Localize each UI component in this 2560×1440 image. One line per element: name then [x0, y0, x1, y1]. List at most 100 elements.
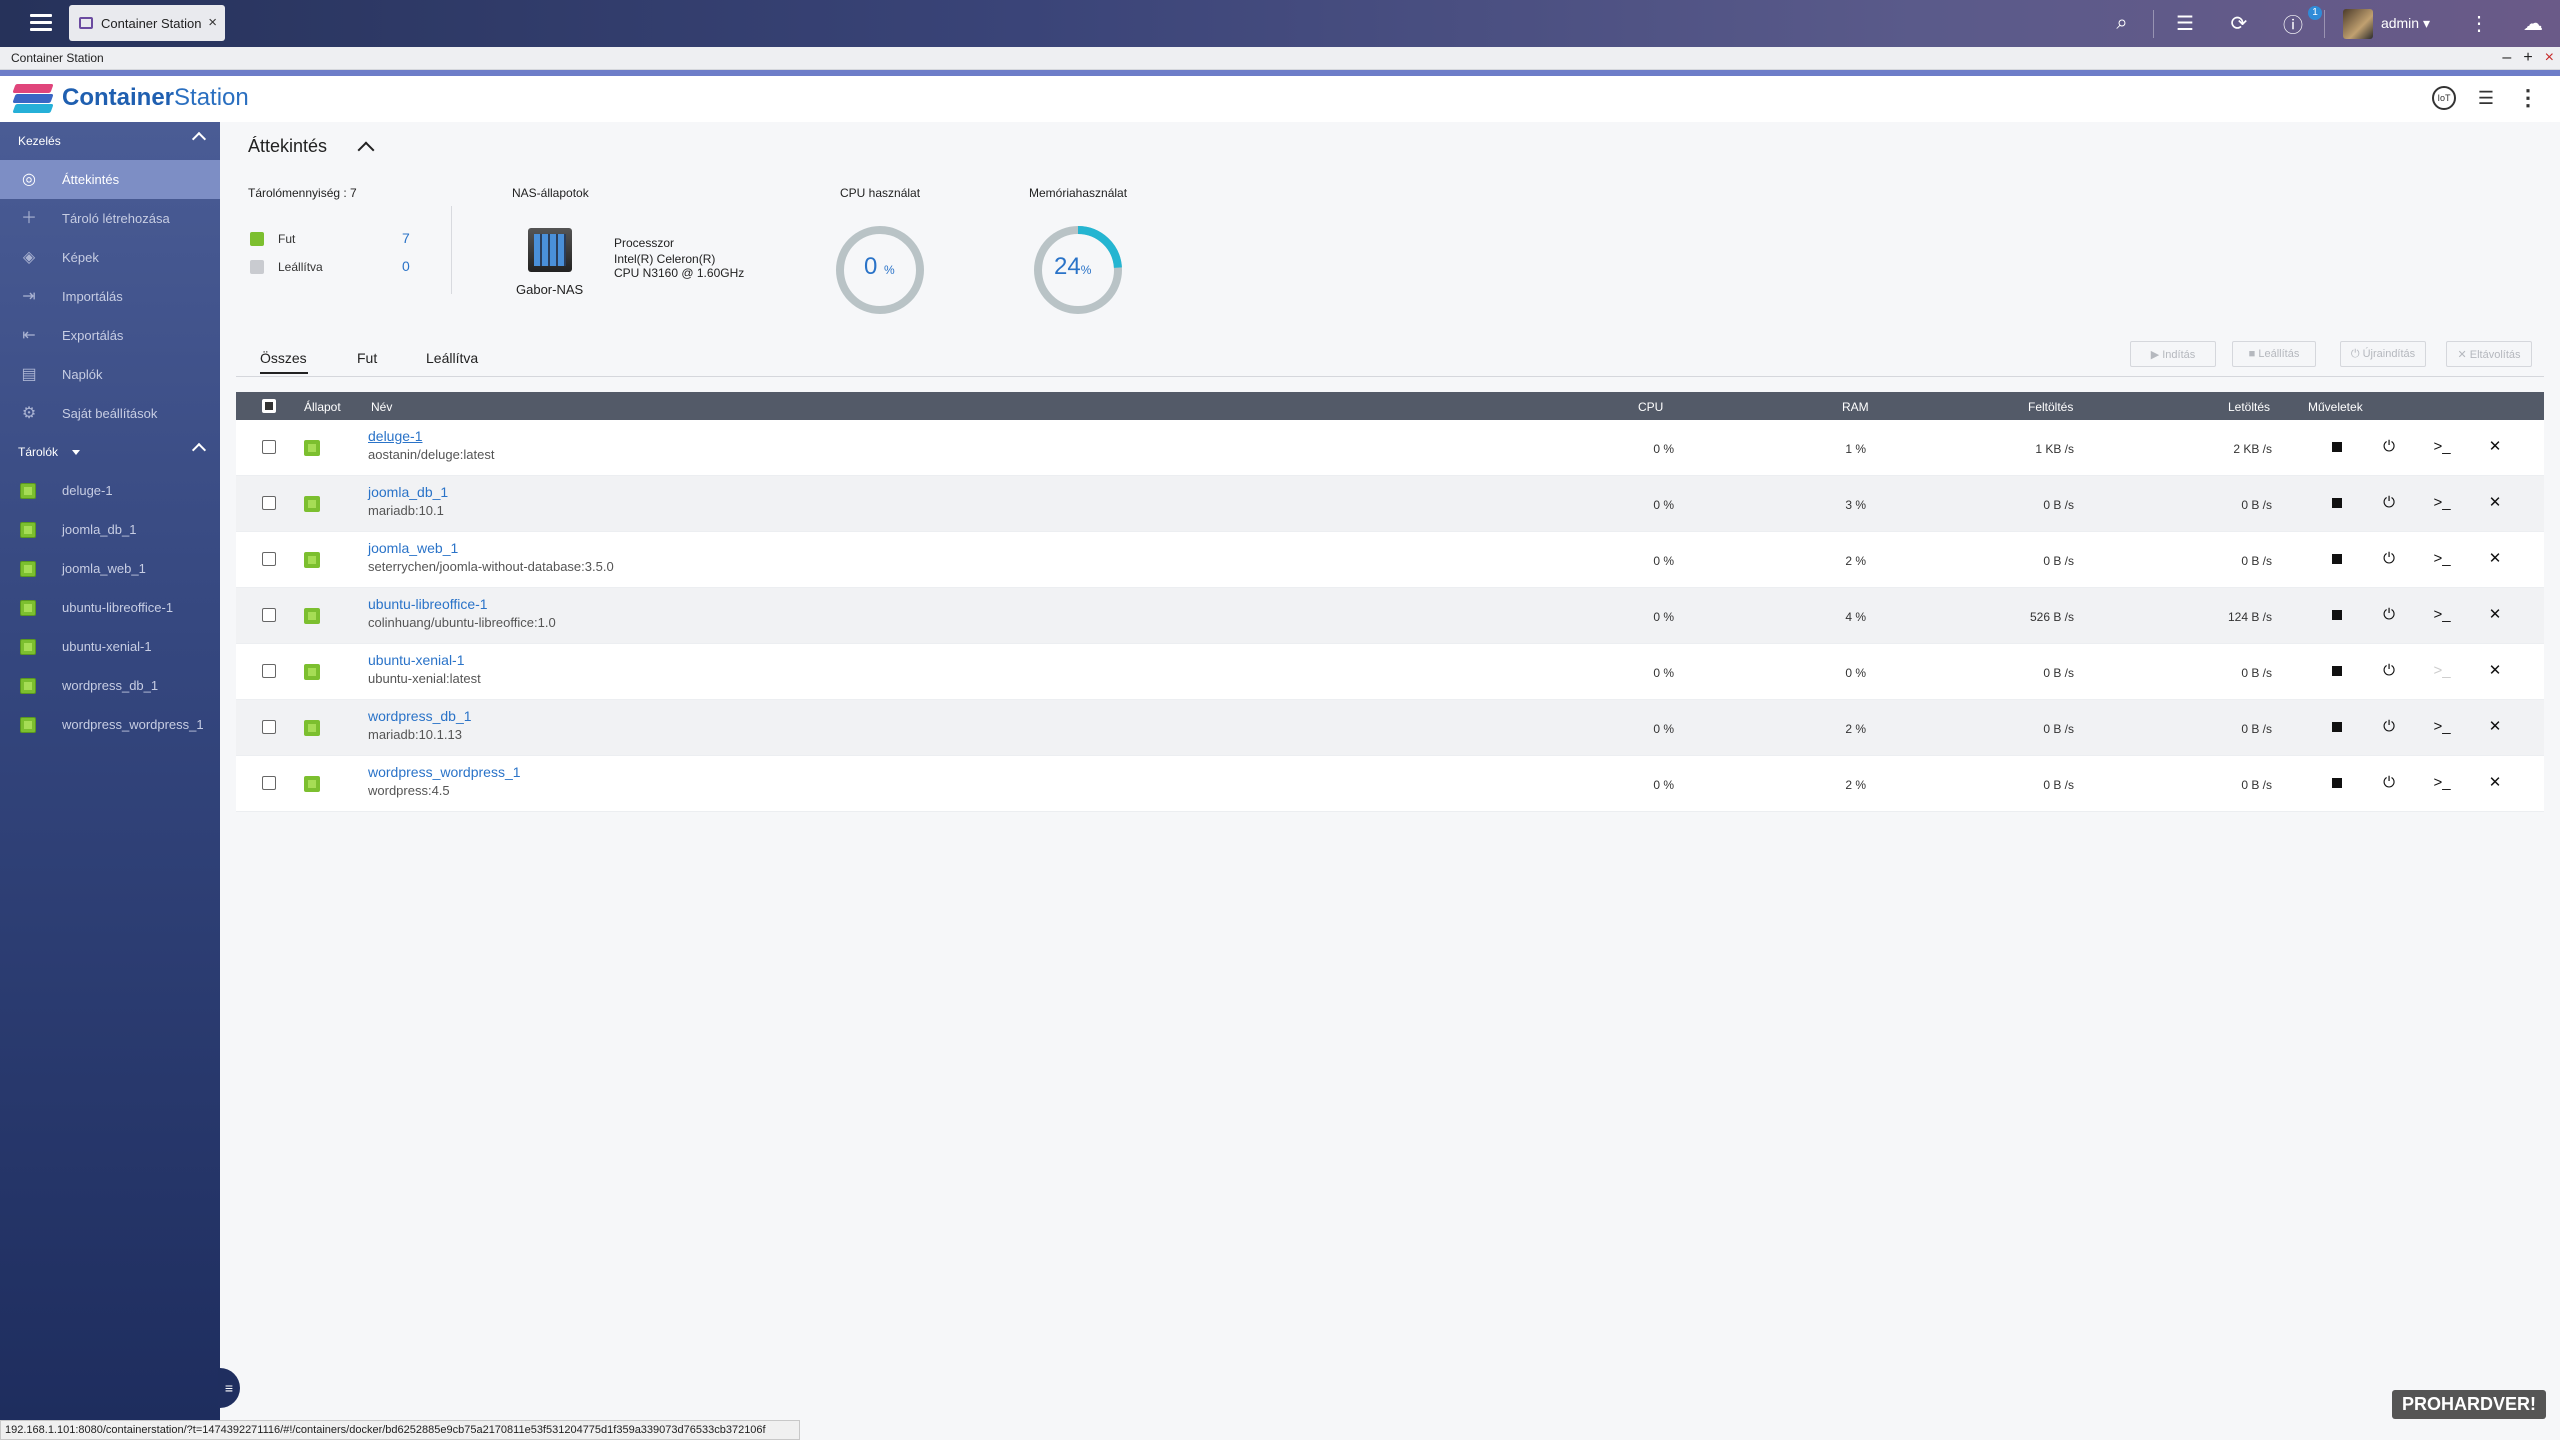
table-row[interactable]: joomla_web_1 seterrychen/joomla-without-d…: [236, 532, 2544, 588]
stop-icon[interactable]: [2327, 437, 2347, 457]
power-icon[interactable]: ⏻: [2379, 549, 2399, 569]
container-name-link[interactable]: joomla_db_1: [368, 484, 448, 500]
table-row[interactable]: ubuntu-xenial-1 ubuntu-xenial:latest 0 % 0 …: [236, 644, 2544, 700]
power-icon[interactable]: ⏻: [2379, 661, 2399, 681]
row-checkbox[interactable]: [262, 720, 276, 734]
iot-icon[interactable]: IoT: [2432, 86, 2456, 110]
notification-icon[interactable]: ⓘ: [2280, 9, 2306, 38]
start-button[interactable]: ▶ Indítás: [2130, 341, 2216, 367]
row-checkbox[interactable]: [262, 440, 276, 454]
user-menu[interactable]: admin ▾: [2381, 15, 2430, 32]
container-name-link[interactable]: ubuntu-xenial-1: [368, 652, 465, 668]
terminal-icon[interactable]: >_: [2432, 437, 2452, 457]
stop-icon[interactable]: [2327, 717, 2347, 737]
terminal-icon[interactable]: >_: [2432, 605, 2452, 625]
col-upload[interactable]: Feltöltés: [2028, 400, 2073, 414]
power-icon[interactable]: ⏻: [2379, 605, 2399, 625]
stop-icon[interactable]: [2327, 661, 2347, 681]
app-tab[interactable]: Container Station ×: [69, 5, 225, 41]
container-name-link[interactable]: ubuntu-libreoffice-1: [368, 596, 488, 612]
sidebar-container[interactable]: wordpress_wordpress_1: [0, 705, 220, 744]
sidebar-item-images[interactable]: ◈ Képek: [0, 238, 220, 277]
sidebar-container[interactable]: deluge-1: [0, 471, 220, 510]
terminal-icon[interactable]: >_: [2432, 717, 2452, 737]
power-icon[interactable]: ⏻: [2379, 773, 2399, 793]
stack-icon[interactable]: ☰: [2172, 11, 2198, 36]
row-checkbox[interactable]: [262, 496, 276, 510]
row-checkbox[interactable]: [262, 552, 276, 566]
col-name[interactable]: Név: [371, 400, 392, 414]
sidebar-container[interactable]: ubuntu-xenial-1: [0, 627, 220, 666]
stop-icon[interactable]: [2327, 493, 2347, 513]
power-icon[interactable]: ⏻: [2379, 493, 2399, 513]
terminal-icon[interactable]: >_: [2432, 773, 2452, 793]
more-options-icon[interactable]: ⋮: [2466, 11, 2492, 36]
row-checkbox[interactable]: [262, 776, 276, 790]
stopped-count[interactable]: 0: [402, 258, 410, 274]
chevron-up-icon[interactable]: [191, 442, 207, 458]
col-cpu[interactable]: CPU: [1638, 400, 1663, 414]
power-icon[interactable]: ⏻: [2379, 717, 2399, 737]
stop-button[interactable]: ■ Leállítás: [2232, 341, 2316, 367]
dashboard-icon[interactable]: ☁: [2520, 11, 2546, 36]
restart-button[interactable]: ⏻ Újraindítás: [2340, 341, 2426, 367]
container-name-link[interactable]: wordpress_db_1: [368, 708, 472, 724]
col-ram[interactable]: RAM: [1842, 400, 1869, 414]
col-download[interactable]: Letöltés: [2228, 400, 2270, 414]
more-icon[interactable]: ⋮: [2516, 85, 2540, 110]
remove-icon[interactable]: ✕: [2485, 661, 2505, 681]
sidebar-item-export[interactable]: ⇤ Exportálás: [0, 316, 220, 355]
terminal-icon[interactable]: >_: [2432, 549, 2452, 569]
remove-icon[interactable]: ✕: [2485, 549, 2505, 569]
table-row[interactable]: ubuntu-libreoffice-1 colinhuang/ubuntu-li…: [236, 588, 2544, 644]
sidebar-section-manage[interactable]: Kezelés: [0, 122, 220, 160]
sidebar-item-import[interactable]: ⇥ Importálás: [0, 277, 220, 316]
search-icon[interactable]: ⌕: [2109, 12, 2135, 35]
sidebar-container[interactable]: wordpress_db_1: [0, 666, 220, 705]
sidebar-item-create[interactable]: ＋ Tároló létrehozása: [0, 199, 220, 238]
remove-icon[interactable]: ✕: [2485, 437, 2505, 457]
remove-icon[interactable]: ✕: [2485, 717, 2505, 737]
table-row[interactable]: deluge-1 aostanin/deluge:latest 0 % 1 % 1 KB…: [236, 420, 2544, 476]
tab-stopped[interactable]: Leállítva: [426, 350, 478, 374]
row-checkbox[interactable]: [262, 608, 276, 622]
sidebar-item-logs[interactable]: ▤ Naplók: [0, 355, 220, 394]
sidebar-section-containers[interactable]: Tárolók: [0, 433, 220, 471]
close-tab-icon[interactable]: ×: [208, 14, 217, 31]
close-window-icon[interactable]: ×: [2545, 47, 2554, 69]
storage-icon[interactable]: ☰: [2474, 86, 2498, 110]
main-menu-icon[interactable]: [30, 10, 52, 32]
tab-all[interactable]: Összes: [260, 350, 308, 374]
sidebar-item-overview[interactable]: ◎ Áttekintés: [0, 160, 220, 199]
sidebar-container[interactable]: joomla_db_1: [0, 510, 220, 549]
tab-running[interactable]: Fut: [357, 350, 377, 374]
stop-icon[interactable]: [2327, 605, 2347, 625]
container-name-link[interactable]: wordpress_wordpress_1: [368, 764, 521, 780]
remove-icon[interactable]: ✕: [2485, 605, 2505, 625]
container-name-link[interactable]: joomla_web_1: [368, 540, 458, 556]
col-status[interactable]: Állapot: [304, 400, 341, 414]
select-all-checkbox[interactable]: [262, 399, 276, 413]
avatar[interactable]: [2342, 8, 2373, 39]
stop-icon[interactable]: [2327, 549, 2347, 569]
table-row[interactable]: joomla_db_1 mariadb:10.1 0 % 3 % 0 B /s 0 B /…: [236, 476, 2544, 532]
row-checkbox[interactable]: [262, 664, 276, 678]
sidebar-container[interactable]: joomla_web_1: [0, 549, 220, 588]
sync-icon[interactable]: ⟳: [2226, 11, 2252, 36]
running-count[interactable]: 7: [402, 230, 410, 246]
power-icon[interactable]: ⏻: [2379, 437, 2399, 457]
chevron-up-icon[interactable]: [357, 141, 375, 159]
table-row[interactable]: wordpress_wordpress_1 wordpress:4.5 0 % 2 %…: [236, 756, 2544, 812]
sidebar-container[interactable]: ubuntu-libreoffice-1: [0, 588, 220, 627]
maximize-icon[interactable]: +: [2523, 47, 2532, 69]
remove-button[interactable]: ✕ Eltávolítás: [2446, 341, 2532, 367]
minimize-icon[interactable]: –: [2502, 47, 2511, 69]
stop-icon[interactable]: [2327, 773, 2347, 793]
terminal-icon[interactable]: >_: [2432, 493, 2452, 513]
chevron-up-icon[interactable]: [191, 131, 207, 147]
remove-icon[interactable]: ✕: [2485, 493, 2505, 513]
table-row[interactable]: wordpress_db_1 mariadb:10.1.13 0 % 2 % 0 B /…: [236, 700, 2544, 756]
remove-icon[interactable]: ✕: [2485, 773, 2505, 793]
sidebar-item-settings[interactable]: ⚙ Saját beállítások: [0, 394, 220, 433]
container-name-link[interactable]: deluge-1: [368, 428, 423, 444]
